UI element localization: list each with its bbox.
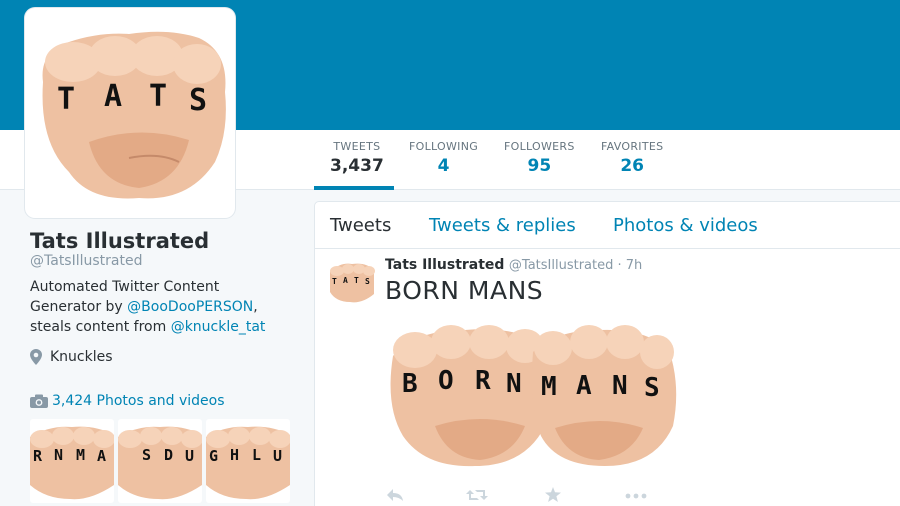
thumbnail-image: R N M A [30, 426, 114, 500]
favorite-button[interactable] [545, 487, 561, 506]
tweet-author[interactable]: Tats Illustrated [385, 257, 504, 273]
camera-icon [30, 394, 48, 408]
stat-label: FAVORITES [601, 140, 664, 153]
bio-mention-link[interactable]: @knuckle_tat [171, 319, 266, 335]
thumb-letter: A [97, 447, 106, 465]
thumb-letter: D [164, 446, 173, 464]
profile-location: Knuckles [30, 349, 113, 365]
photo-thumbnail[interactable]: R N M A [30, 419, 114, 503]
thumbnail-image: G H L U [206, 426, 290, 500]
thumbnail-image: S D U [118, 426, 202, 500]
media-letter: N [506, 369, 522, 399]
stat-label: FOLLOWING [409, 140, 479, 153]
thumb-letter: U [185, 447, 194, 465]
thumb-letter: G [209, 447, 218, 465]
profile-name[interactable]: Tats Illustrated [30, 229, 209, 253]
thumb-letter: H [230, 446, 239, 464]
media-letter: N [612, 371, 628, 401]
bio-text: Generator by [30, 299, 128, 315]
profile-avatar[interactable]: T A T S [25, 8, 235, 218]
avatar-letter: S [189, 83, 207, 118]
reply-button[interactable] [386, 487, 404, 506]
reply-icon [387, 489, 403, 501]
more-button[interactable] [625, 487, 647, 506]
stat-value: 3,437 [330, 156, 384, 176]
tweet-avatar[interactable]: T A T S [328, 258, 376, 306]
tweet-text: BORN MANS [385, 276, 544, 305]
tweet-avatar-letter: S [365, 277, 370, 286]
media-letter: M [541, 372, 557, 402]
bio-text: steals content from [30, 319, 171, 335]
stat-value: 95 [527, 156, 552, 176]
thumb-letter: S [142, 446, 151, 464]
tab-tweets-replies[interactable]: Tweets & replies [429, 215, 576, 236]
stat-label: TWEETS [333, 140, 381, 153]
retweet-button[interactable] [466, 487, 488, 506]
star-icon [545, 487, 561, 502]
bio-text: , [253, 299, 258, 315]
thumb-letter: L [252, 446, 261, 464]
stat-favorites[interactable]: FAVORITES 26 [601, 140, 663, 176]
photo-thumbnail[interactable]: G H L U [206, 419, 290, 503]
photos-videos-link[interactable]: 3,424 Photos and videos [30, 393, 225, 409]
more-icon [625, 493, 647, 499]
retweet-icon [466, 490, 488, 500]
tweet-media-image: B O R N M A N S [390, 325, 677, 467]
location-text: Knuckles [50, 349, 113, 365]
stat-label: FOLLOWERS [504, 140, 575, 153]
thumb-letter: N [54, 446, 63, 464]
bio-mention-link[interactable]: @BooDooPERSON [127, 299, 253, 315]
stat-value: 4 [437, 156, 450, 176]
avatar-letter: A [104, 79, 122, 114]
tweet-avatar-letter: T [354, 276, 359, 285]
map-pin-icon [30, 349, 42, 365]
tweet-avatar-image: T A T S [330, 263, 375, 303]
profile-bio: Automated Twitter Content Generator by @… [30, 277, 290, 337]
tweet-meta[interactable]: @TatsIllustrated · 7h [509, 258, 642, 273]
media-letter: S [644, 373, 660, 403]
stat-following[interactable]: FOLLOWING 4 [409, 140, 478, 176]
photo-thumbnail[interactable]: S D U [118, 419, 202, 503]
bio-text: Automated Twitter Content [30, 279, 220, 295]
thumb-letter: M [76, 446, 85, 464]
profile-handle[interactable]: @TatsIllustrated [30, 253, 143, 269]
timeline-tabs: Tweets Tweets & replies Photos & videos [315, 202, 900, 249]
media-letter: B [402, 369, 418, 399]
tab-tweets[interactable]: Tweets [330, 215, 391, 236]
stat-tweets[interactable]: TWEETS 3,437 [330, 140, 384, 176]
tweet-avatar-letter: T [332, 277, 337, 286]
media-letter: R [475, 366, 491, 396]
tweet-avatar-letter: A [343, 276, 348, 285]
tab-photos-videos[interactable]: Photos & videos [613, 215, 758, 236]
avatar-image: T A T S [29, 12, 231, 214]
tweet-header: Tats Illustrated @TatsIllustrated · 7h [385, 257, 642, 273]
stat-value: 26 [620, 156, 645, 176]
active-stat-indicator [314, 186, 394, 190]
thumb-letter: R [33, 447, 43, 465]
avatar-letter: T [57, 82, 75, 117]
avatar-letter: T [149, 79, 167, 114]
tweet-media[interactable]: B O R N M A N S [385, 316, 680, 474]
media-letter: A [576, 371, 592, 401]
stat-followers[interactable]: FOLLOWERS 95 [504, 140, 575, 176]
photos-videos-label: 3,424 Photos and videos [52, 393, 225, 409]
avatar-fist-graphic: T A T S [42, 31, 226, 199]
media-letter: O [438, 366, 454, 396]
thumb-letter: U [273, 447, 282, 465]
